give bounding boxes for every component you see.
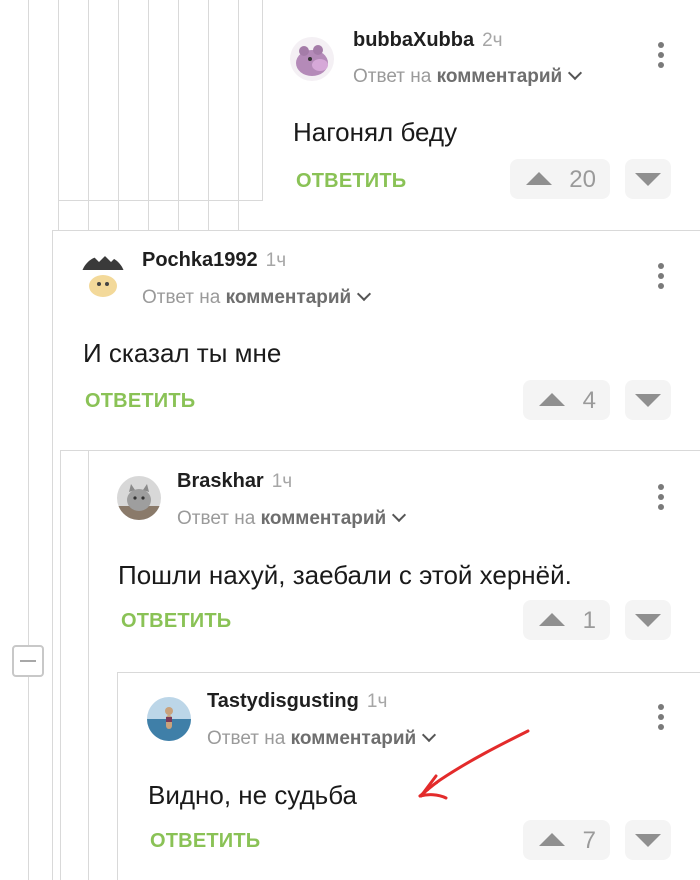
red-arrow-annotation (418, 729, 530, 800)
